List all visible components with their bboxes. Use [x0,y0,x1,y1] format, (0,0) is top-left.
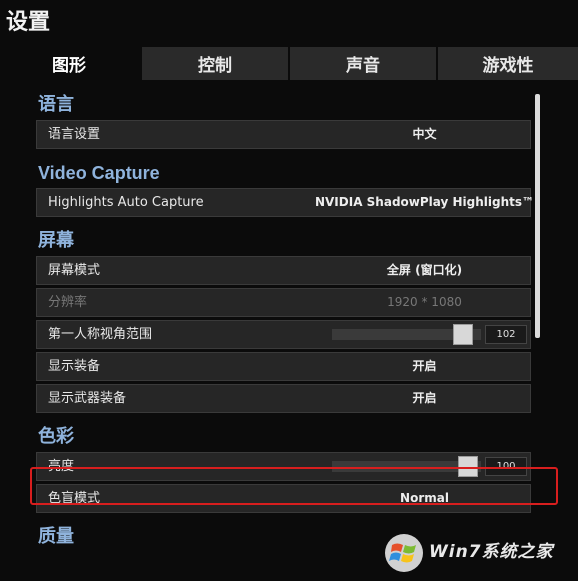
row-label: 显示武器装备 [48,391,127,406]
row-show-weapon-gear[interactable]: 显示武器装备 开启 [36,384,531,413]
tab-controls[interactable]: 控制 [142,47,288,80]
show-weapon-gear-value[interactable]: 开启 [247,385,540,412]
row-highlights-auto-capture[interactable]: Highlights Auto Capture NVIDIA ShadowPla… [36,188,534,217]
row-fov: 第一人称视角范围 102 [36,320,531,349]
tab-bar: 图形 控制 声音 游戏性 [0,47,578,80]
section-color: 色彩 [38,426,74,447]
settings-title: 设置 [6,10,51,35]
watermark-text: Win7系统之家 [429,542,554,562]
resolution-value: 1920 * 1080 [387,295,462,309]
row-label: 屏幕模式 [48,263,101,278]
panel-scrollbar[interactable] [535,94,540,338]
fov-value-box[interactable]: 102 [485,325,527,344]
row-label: 第一人称视角范围 [48,327,153,342]
section-language: 语言 [38,94,74,115]
fov-slider-thumb[interactable] [453,324,473,345]
tab-sound[interactable]: 声音 [290,47,436,80]
row-label: 显示装备 [48,359,101,374]
settings-panel: 语言 语言设置 中文 Video Capture Highlights Auto… [30,80,540,581]
row-resolution: 分辨率 1920 * 1080 [36,288,531,317]
row-label: Highlights Auto Capture [48,195,204,210]
row-label: 语言设置 [48,127,101,142]
row-language-setting[interactable]: 语言设置 中文 [36,120,531,149]
row-show-gear[interactable]: 显示装备 开启 [36,352,531,381]
fov-slider-track[interactable] [332,324,481,345]
language-value[interactable]: 中文 [247,121,540,148]
section-screen: 屏幕 [38,230,74,251]
screen-mode-value[interactable]: 全屏 (窗口化) [247,257,540,284]
row-label: 分辨率 [48,295,88,310]
highlights-value[interactable]: NVIDIA ShadowPlay Highlights™ [247,189,540,216]
brightness-highlight-box [30,467,558,505]
tab-gameplay[interactable]: 游戏性 [438,47,578,80]
show-gear-value[interactable]: 开启 [247,353,540,380]
row-screen-mode[interactable]: 屏幕模式 全屏 (窗口化) [36,256,531,285]
tab-graphics[interactable]: 图形 [0,47,138,80]
windows-logo-icon [385,534,423,572]
section-video-capture: Video Capture [38,163,160,183]
watermark: Win7系统之家 [384,527,576,577]
